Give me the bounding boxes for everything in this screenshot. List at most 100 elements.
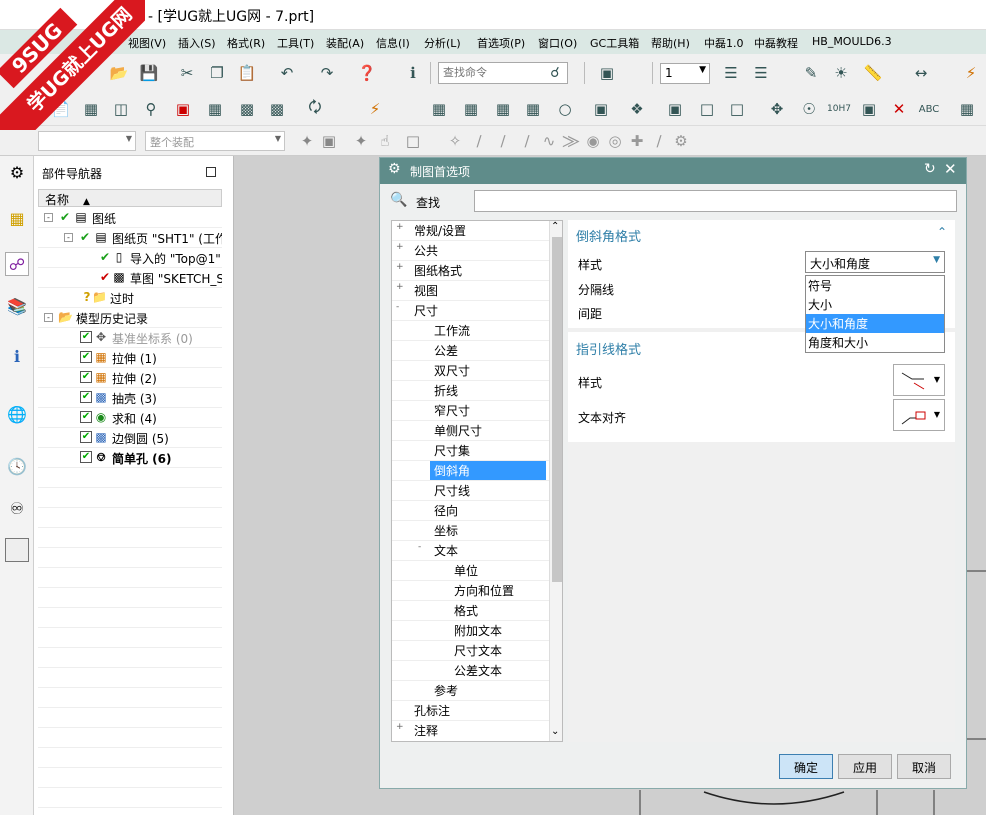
search-icon[interactable]: ☌ [545, 63, 565, 83]
leader-style-button[interactable]: ▼ [893, 364, 945, 396]
tree-item-common[interactable]: 公共 [414, 241, 438, 260]
point-icon[interactable]: ✚ [626, 130, 648, 152]
tree-item-chamfer[interactable]: 倒斜角 [430, 461, 546, 480]
tree-item-tolerance-text[interactable]: 公差文本 [454, 661, 502, 680]
menu-tools[interactable]: 工具(T) [277, 35, 314, 51]
on-curve-icon[interactable]: ∕ [648, 130, 670, 152]
reset-icon[interactable]: ↻ [924, 161, 936, 177]
tree-row-unite[interactable]: ✔ ◉ 求和 (4) [38, 408, 222, 428]
tree-row-shell[interactable]: ✔ ▩ 抽壳 (3) [38, 388, 222, 408]
rectangle-select-icon[interactable]: □ [402, 130, 424, 152]
view-label-icon[interactable]: ▩ [266, 98, 288, 120]
reuse-library-icon[interactable]: 📚 [5, 294, 29, 318]
menu-window[interactable]: 窗口(O) [538, 35, 577, 51]
name-column-header[interactable]: 名称 ▲ [38, 189, 222, 207]
collapse-icon[interactable]: - [64, 233, 73, 242]
tree-item-reference[interactable]: 参考 [434, 681, 458, 700]
menu-format[interactable]: 格式(R) [227, 35, 265, 51]
option-size[interactable]: 大小 [806, 295, 944, 314]
selection-icon[interactable]: ▣ [318, 130, 340, 152]
border-icon[interactable]: ▣ [664, 98, 686, 120]
grid-icon[interactable]: ✥ [766, 98, 788, 120]
expand-icon[interactable]: + [396, 281, 404, 300]
point-snap-icon[interactable]: ✧ [444, 130, 466, 152]
tolerance-icon[interactable]: 10H7 [827, 98, 851, 120]
tree-row-datum-csys[interactable]: ✔ ✥ 基准坐标系 (0) [38, 328, 222, 348]
visibility-checkbox[interactable]: ✔ [80, 451, 92, 463]
visibility-checkbox[interactable]: ✔ [80, 331, 92, 343]
menu-insert[interactable]: 插入(S) [178, 35, 216, 51]
intersect-snap-icon[interactable]: ⨠ [560, 130, 582, 152]
paste-icon[interactable]: 📋 [236, 62, 258, 84]
visibility-checkbox[interactable]: ✔ [80, 391, 92, 403]
assembly-scope-combo[interactable]: 整个装配 ▼ [145, 131, 285, 151]
center-mark-icon[interactable]: □ [696, 98, 718, 120]
tree-item-radial[interactable]: 径向 [434, 501, 458, 520]
tree-item-format[interactable]: 格式 [454, 601, 478, 620]
tree-scrollbar[interactable]: ⌃ ⌄ [549, 221, 562, 741]
tree-item-narrow-dimension[interactable]: 窄尺寸 [434, 401, 470, 420]
projected-view-icon[interactable]: ◫ [110, 98, 132, 120]
tabular-note-icon[interactable]: ▦ [492, 98, 514, 120]
menu-view[interactable]: 视图(V) [128, 35, 166, 51]
section-view-icon[interactable]: ▣ [172, 98, 194, 120]
text-align-button[interactable]: ▼ [893, 399, 945, 431]
line-snap-icon[interactable]: ∕ [468, 130, 490, 152]
collapse-icon[interactable]: - [418, 541, 421, 560]
balloon-icon[interactable]: ○ [554, 98, 576, 120]
tree-item-text[interactable]: 文本 [434, 541, 458, 560]
display-icon[interactable]: ☀ [830, 62, 852, 84]
abc-note-icon[interactable]: ▣ [590, 98, 612, 120]
drawing-sheet-icon[interactable]: 📄 [50, 98, 72, 120]
tree-row-sketch[interactable]: ✔ ▩ 草图 "SKETCH_S [38, 268, 222, 288]
visibility-checkbox[interactable]: ✔ [80, 371, 92, 383]
collapse-icon[interactable]: - [44, 213, 53, 222]
tree-item-orientation[interactable]: 方向和位置 [454, 581, 514, 600]
system-materials-icon[interactable] [5, 538, 29, 562]
hole-table-icon[interactable]: ▦ [522, 98, 544, 120]
tree-row-extrude-2[interactable]: ✔ ▦ 拉伸 (2) [38, 368, 222, 388]
option-symbol[interactable]: 符号 [806, 276, 944, 295]
menu-zhonglei[interactable]: 中磊1.0 [704, 35, 744, 51]
mid-snap-icon[interactable]: ∕ [516, 130, 538, 152]
cancel-button[interactable]: 取消 [897, 754, 951, 779]
datum-icon[interactable]: ▣ [858, 98, 880, 120]
tree-item-broken-line[interactable]: 折线 [434, 381, 458, 400]
undo-icon[interactable]: ↶ [276, 62, 298, 84]
expand-icon[interactable]: + [396, 221, 404, 240]
collapse-icon[interactable]: - [396, 301, 399, 320]
scrollbar-thumb[interactable] [552, 237, 562, 582]
dimension-icon[interactable]: ↔ [910, 62, 932, 84]
lightning-icon[interactable]: ⚡ [960, 62, 982, 84]
tree-row-drawing[interactable]: - ✔ ▤ 图纸 [38, 208, 222, 228]
tree-item-coordinate[interactable]: 坐标 [434, 521, 458, 540]
tree-item-view[interactable]: 视图 [414, 281, 438, 300]
menu-analysis[interactable]: 分析(L) [424, 35, 461, 51]
tree-item-dimension[interactable]: 尺寸 [414, 301, 438, 320]
tree-item-annotation[interactable]: 注释 [414, 721, 438, 740]
menu-gc-toolbox[interactable]: GC工具箱 [590, 35, 639, 51]
menu-hb-mould[interactable]: HB_MOULD6.3 [812, 35, 892, 48]
open-icon[interactable]: 📂 [108, 62, 130, 84]
center-snap-icon[interactable]: ◉ [582, 130, 604, 152]
command-finder-icon[interactable]: ℹ [402, 62, 424, 84]
collapse-up-icon[interactable]: ⌃ [937, 225, 947, 239]
find-input[interactable] [474, 190, 957, 212]
expand-icon[interactable]: + [396, 721, 404, 740]
edit-object-icon[interactable]: ✎ [800, 62, 822, 84]
settings-gear-icon[interactable]: ⚙ [5, 160, 29, 184]
menu-help[interactable]: 帮助(H) [651, 35, 690, 51]
expand-icon[interactable]: + [396, 261, 404, 280]
view-boundary-icon[interactable]: ▩ [236, 98, 258, 120]
chamfer-style-select[interactable]: 大小和角度 ▼ [805, 251, 945, 273]
number-select[interactable]: 1 ▼ [660, 63, 710, 84]
control-snap-icon[interactable]: ∿ [538, 130, 560, 152]
dimension-x-icon[interactable]: ✕ [888, 98, 910, 120]
fit-view-icon[interactable]: ▣ [596, 62, 618, 84]
tree-item-tolerance[interactable]: 公差 [434, 341, 458, 360]
tree-row-sheet[interactable]: - ✔ ▤ 图纸页 "SHT1" (工作 [38, 228, 222, 248]
tree-item-dimension-set[interactable]: 尺寸集 [434, 441, 470, 460]
tree-item-dimension-line[interactable]: 尺寸线 [434, 481, 470, 500]
tree-row-model-history[interactable]: - 📂 模型历史记录 [38, 308, 222, 328]
apply-button[interactable]: 应用 [838, 754, 892, 779]
